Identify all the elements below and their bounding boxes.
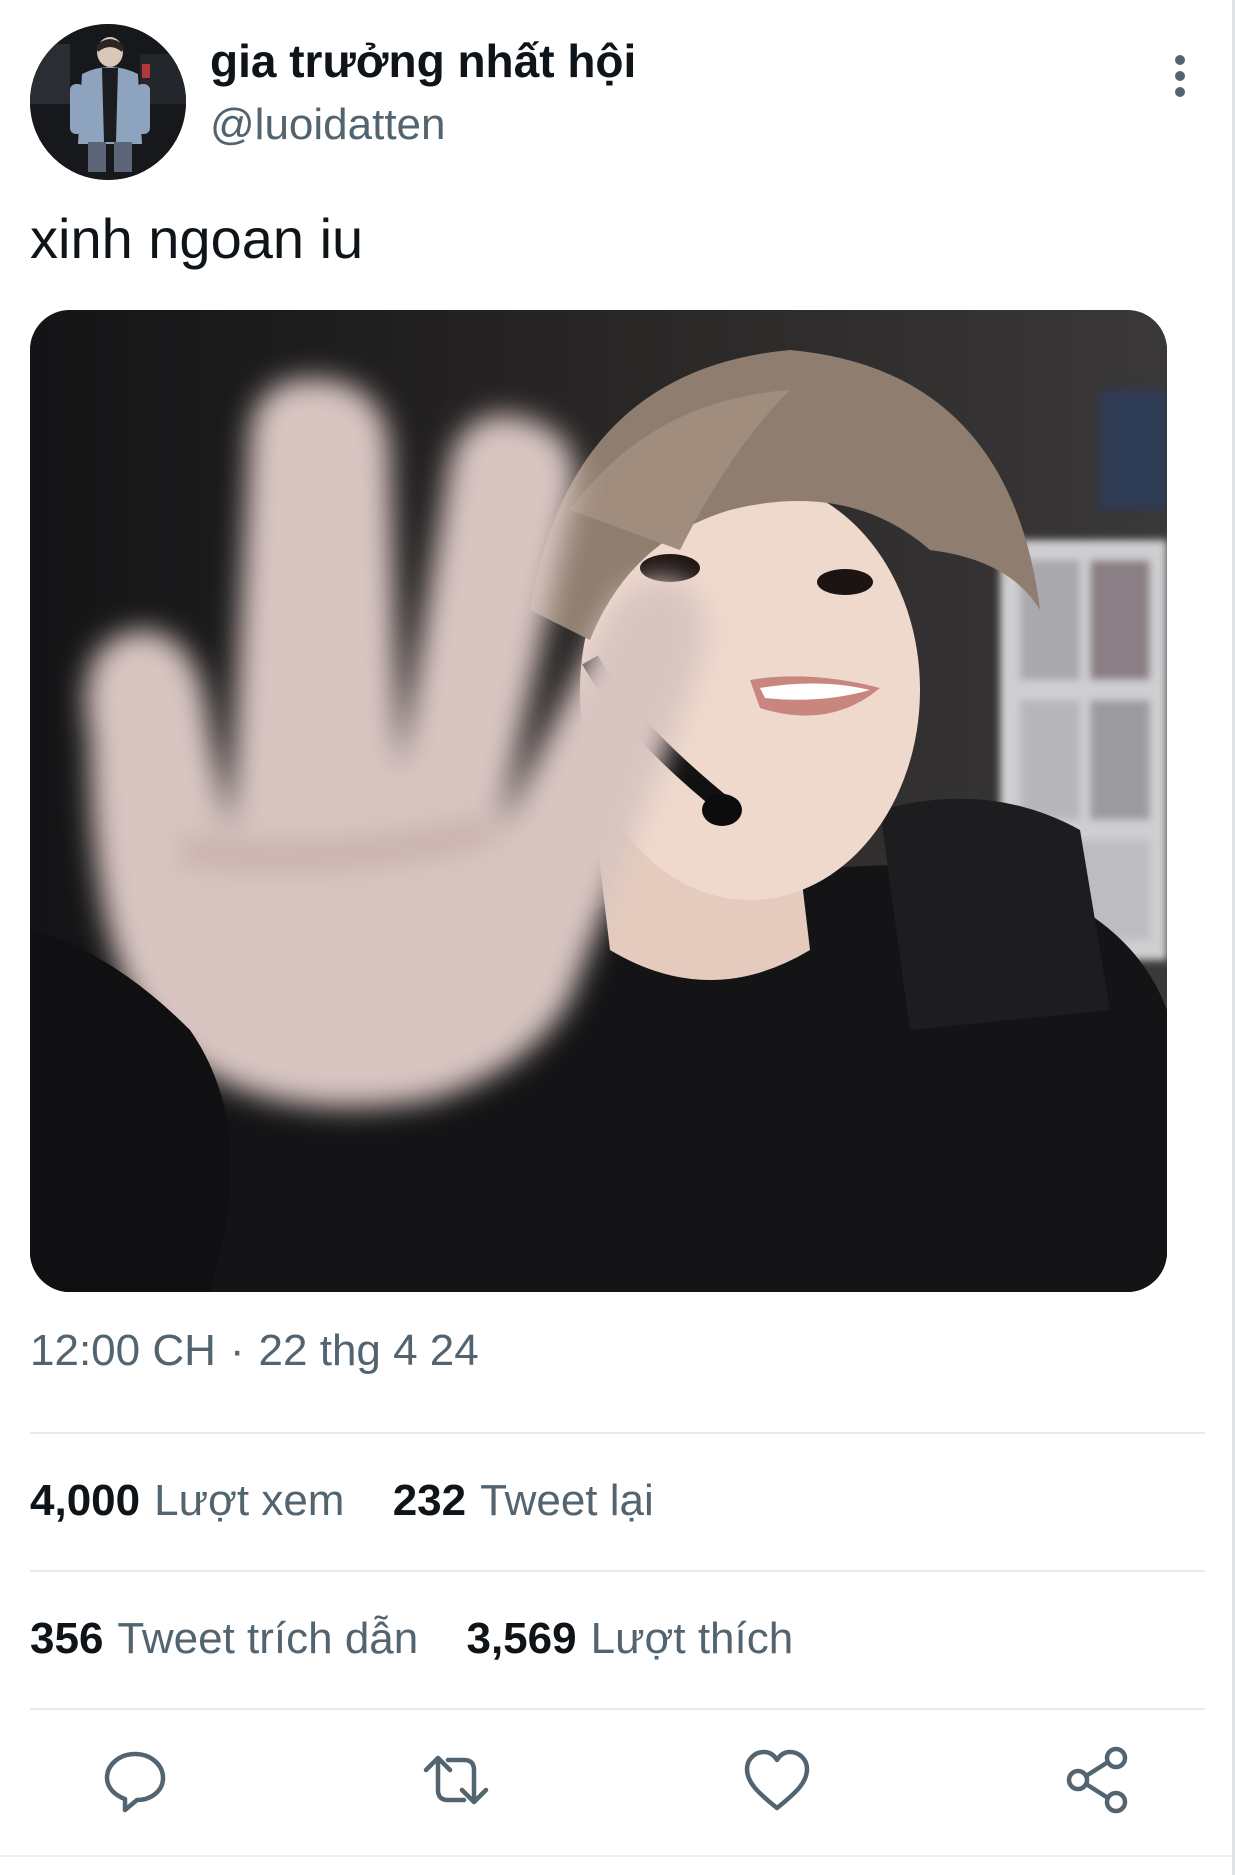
views-count: 4,000	[30, 1476, 141, 1525]
retweets-label: Tweet lại	[480, 1476, 654, 1525]
likes-count: 3,569	[466, 1614, 577, 1663]
display-name[interactable]: gia trưởng nhất hội	[210, 34, 636, 88]
quote-tweets-label: Tweet trích dẫn	[117, 1614, 419, 1663]
avatar-image	[30, 24, 186, 180]
more-options-button[interactable]	[1160, 46, 1200, 106]
likes-label: Lượt thích	[590, 1614, 794, 1663]
username-handle[interactable]: @luoidatten	[210, 100, 446, 150]
tweet-time: 12:00 CH	[30, 1326, 216, 1375]
quote-tweets-stat[interactable]: 356 Tweet trích dẫn	[30, 1614, 418, 1664]
divider	[30, 1708, 1205, 1710]
divider	[30, 1570, 1205, 1572]
tweet-header: gia trưởng nhất hội @luoidatten	[30, 24, 1210, 180]
heart-icon	[744, 1749, 810, 1811]
more-vertical-icon	[1175, 55, 1185, 97]
quote-tweets-count: 356	[30, 1614, 104, 1663]
likes-stat[interactable]: 3,569 Lượt thích	[466, 1614, 793, 1664]
retweet-icon	[423, 1755, 489, 1805]
views-stat[interactable]: 4,000 Lượt xem	[30, 1476, 344, 1526]
retweet-button[interactable]	[416, 1740, 496, 1820]
views-label: Lượt xem	[154, 1476, 345, 1525]
action-bar	[0, 1740, 1235, 1820]
stats-row-2: 356 Tweet trích dẫn 3,569 Lượt thích	[30, 1614, 829, 1664]
bottom-divider	[0, 1855, 1235, 1857]
divider	[30, 1432, 1205, 1434]
tweet-media-photo[interactable]	[30, 310, 1167, 1292]
separator-dot: ·	[229, 1326, 245, 1375]
retweets-count: 232	[392, 1476, 467, 1525]
avatar[interactable]	[30, 24, 186, 180]
tweet-date: 22 thg 4 24	[258, 1326, 479, 1375]
reply-button[interactable]	[95, 1740, 175, 1820]
tweet-timestamp[interactable]: 12:00 CH · 22 thg 4 24	[30, 1326, 479, 1376]
share-icon	[1066, 1746, 1128, 1814]
share-button[interactable]	[1058, 1740, 1138, 1820]
reply-icon	[104, 1751, 166, 1813]
tweet-text: xinh ngoan iu	[30, 207, 364, 270]
stats-row-1: 4,000 Lượt xem 232 Tweet lại	[30, 1476, 690, 1526]
retweets-stat[interactable]: 232 Tweet lại	[393, 1476, 654, 1526]
like-button[interactable]	[737, 1740, 817, 1820]
photo-image	[30, 310, 1167, 1292]
tweet-detail: gia trưởng nhất hội @luoidatten xinh ngo…	[0, 0, 1235, 1875]
